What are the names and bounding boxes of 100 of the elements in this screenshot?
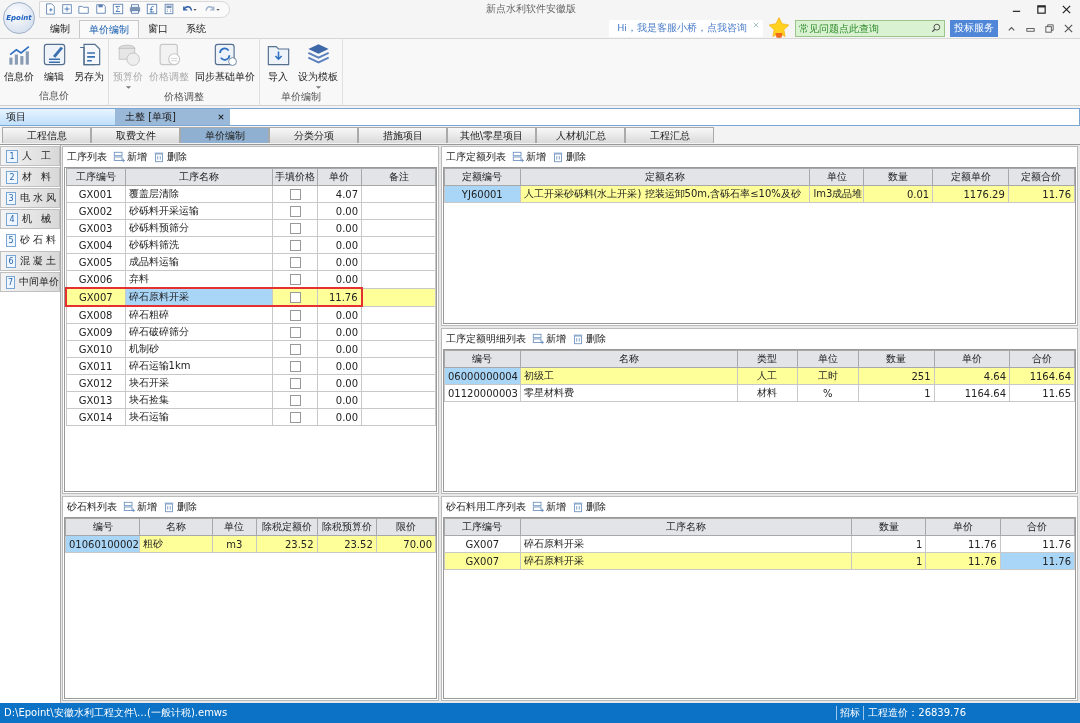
ribbon-tab[interactable]: 单价编制 (79, 20, 139, 38)
folder-icon[interactable] (78, 3, 90, 15)
table-row[interactable]: 01060100002 粗砂 m3 23.52 23.52 70.00 (65, 535, 436, 553)
category-tab[interactable]: 4 机 械 (0, 209, 60, 229)
restore-icon[interactable] (1044, 22, 1055, 34)
section-tab[interactable]: 取费文件 (91, 127, 180, 143)
service-button[interactable]: 投标服务 (950, 19, 998, 37)
column-header[interactable]: 名称 (520, 350, 738, 368)
add-button[interactable]: 新增 (532, 500, 566, 514)
delete-button[interactable]: 删除 (163, 500, 197, 514)
ribbon-button[interactable]: 导入 (262, 39, 294, 90)
document-tab[interactable]: 项目 (0, 109, 115, 125)
currency-icon[interactable] (146, 3, 158, 15)
column-header[interactable]: 名称 (139, 518, 212, 536)
table-row[interactable]: GX004 砂砾料筛洗 0.00 (66, 236, 436, 254)
column-header[interactable]: 除税定额价 (256, 518, 318, 536)
new-file-icon[interactable] (44, 3, 56, 15)
table-row[interactable]: GX008 碎石粗碎 0.00 (66, 306, 436, 324)
ribbon-button[interactable]: 信息价 (2, 39, 36, 89)
column-header[interactable]: 合价 (1009, 350, 1075, 368)
section-tab[interactable]: 分类分项 (269, 127, 358, 143)
category-tab[interactable]: 7 中间单价 (0, 272, 60, 292)
close-icon[interactable] (218, 114, 224, 120)
table-row[interactable]: GX012 块石开采 0.00 (66, 374, 436, 392)
ribbon-tab[interactable]: 编制 (41, 20, 79, 38)
table-row[interactable]: GX007 碎石原料开采 1 11.76 11.76 (444, 535, 1075, 553)
column-header[interactable]: 工序名称 (520, 518, 852, 536)
table-row[interactable]: GX001 覆盖层清除 4.07 (66, 185, 436, 203)
column-header[interactable]: 工序编号 (66, 168, 126, 186)
delete-button[interactable]: 删除 (572, 500, 606, 514)
section-tab[interactable]: 单价编制 (180, 127, 269, 143)
column-header[interactable]: 编号 (65, 518, 140, 536)
table-row[interactable]: GX003 砂砾料预筛分 0.00 (66, 219, 436, 237)
checkbox[interactable] (289, 309, 301, 321)
column-header[interactable]: 单价 (925, 518, 1001, 536)
document-tab[interactable]: 土整 [单项] (115, 109, 230, 125)
section-tab[interactable]: 工程汇总 (625, 127, 714, 143)
category-tab[interactable]: 6 混凝土 (0, 251, 60, 271)
column-header[interactable]: 定额合价 (1008, 168, 1075, 186)
column-header[interactable]: 定额名称 (520, 168, 810, 186)
category-tab[interactable]: 3 电水风 (0, 188, 60, 208)
table-row[interactable]: GX011 碎石运输1km 0.00 (66, 357, 436, 375)
save-icon[interactable] (95, 3, 107, 15)
checkbox[interactable] (289, 188, 301, 200)
delete-button[interactable]: 删除 (552, 150, 586, 164)
column-header[interactable]: 单位 (797, 350, 859, 368)
checkbox[interactable] (289, 273, 301, 285)
table-row[interactable]: GX007 碎石原料开采 11.76 (66, 288, 436, 306)
table-row[interactable]: GX013 块石捡集 0.00 (66, 391, 436, 409)
column-header[interactable]: 单位 (212, 518, 257, 536)
checkbox[interactable] (289, 239, 301, 251)
table-row[interactable]: GX010 机制砂 0.00 (66, 340, 436, 358)
close-icon[interactable] (1063, 22, 1074, 34)
search-icon[interactable] (931, 23, 941, 33)
add-icon[interactable] (61, 3, 73, 15)
column-header[interactable]: 限价 (376, 518, 436, 536)
column-header[interactable]: 数量 (863, 168, 933, 186)
section-tab[interactable]: 工程信息 (2, 127, 91, 143)
category-tab[interactable]: 1 人 工 (0, 146, 60, 166)
ribbon-button[interactable]: 另存为 (72, 39, 106, 89)
section-tab[interactable]: 人材机汇总 (536, 127, 625, 143)
column-header[interactable]: 除税预算价 (317, 518, 377, 536)
delete-button[interactable]: 删除 (572, 332, 606, 346)
table-row[interactable]: 01120000003 零星材料费 材料 % 1 1164.64 11.65 (444, 384, 1075, 402)
column-header[interactable]: 类型 (737, 350, 798, 368)
section-tab[interactable]: 措施项目 (358, 127, 447, 143)
ribbon-button[interactable]: 同步基础单价 (193, 39, 257, 90)
delete-button[interactable]: 删除 (153, 150, 187, 164)
print-icon[interactable] (129, 3, 141, 15)
column-header[interactable]: 定额单价 (932, 168, 1009, 186)
ribbon-tab[interactable]: 窗口 (139, 20, 177, 38)
add-button[interactable]: 新增 (113, 150, 147, 164)
column-header[interactable]: 手填价格 (272, 168, 318, 186)
table-row[interactable]: YJ60001 人工开采砂砾料(水上开采) 挖装运卸50m,含砾石率≤10%及砂 lm3成品堆 0.01 1176.29 11.76 (444, 185, 1075, 203)
section-tab[interactable]: 其他\零星项目 (447, 127, 536, 143)
table-row[interactable]: 06000000004 初级工 人工 工时 251 4.64 1164.64 (444, 367, 1075, 385)
column-header[interactable]: 单位 (809, 168, 864, 186)
column-header[interactable]: 工序名称 (125, 168, 273, 186)
ribbon-button[interactable]: 编辑 (38, 39, 70, 89)
category-tab[interactable]: 2 材 料 (0, 167, 60, 187)
checkbox[interactable] (289, 326, 301, 338)
search-field[interactable]: 常见问题点此查询 (795, 19, 945, 37)
column-header[interactable]: 定额编号 (444, 168, 521, 186)
table-row[interactable]: GX002 砂砾料开采运输 0.00 (66, 202, 436, 220)
checkbox[interactable] (289, 256, 301, 268)
sum-icon[interactable] (112, 3, 124, 15)
add-button[interactable]: 新增 (532, 332, 566, 346)
table-row[interactable]: GX007 碎石原料开采 1 11.76 11.76 (444, 552, 1075, 570)
column-header[interactable]: 备注 (361, 168, 436, 186)
checkbox[interactable] (289, 291, 301, 303)
calculator-icon[interactable] (163, 3, 175, 15)
checkbox[interactable] (289, 360, 301, 372)
ribbon-button[interactable]: 设为模板 (296, 39, 340, 90)
add-button[interactable]: 新增 (123, 500, 157, 514)
column-header[interactable]: 数量 (851, 518, 926, 536)
checkbox[interactable] (289, 205, 301, 217)
assistant-bubble[interactable]: Hi，我是客服小桥，点我咨询 (609, 19, 763, 37)
checkbox[interactable] (289, 411, 301, 423)
column-header[interactable]: 合价 (1000, 518, 1075, 536)
assistant-message[interactable]: Hi，我是客服小桥，点我咨询 (617, 21, 747, 35)
